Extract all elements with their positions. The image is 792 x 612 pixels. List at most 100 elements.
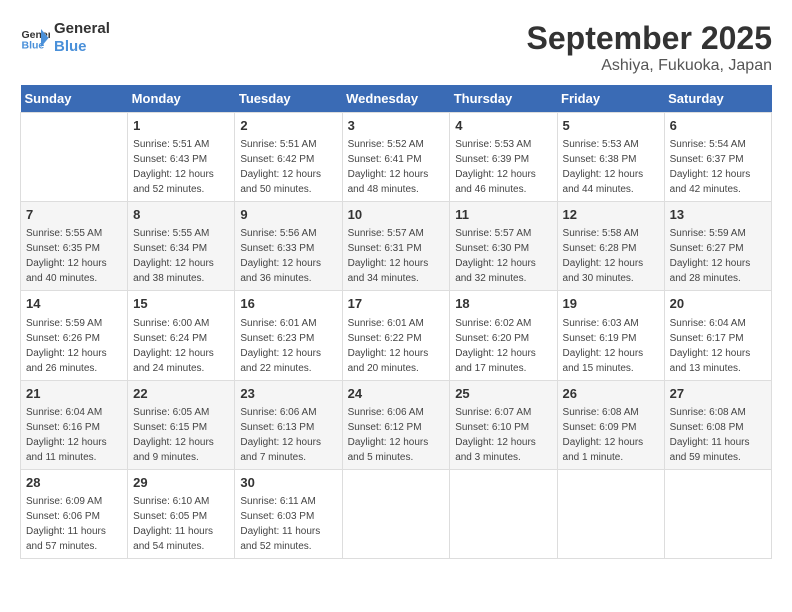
calendar-table: SundayMondayTuesdayWednesdayThursdayFrid… bbox=[20, 85, 772, 559]
day-number: 14 bbox=[26, 295, 122, 313]
calendar-subtitle: Ashiya, Fukuoka, Japan bbox=[527, 57, 772, 75]
day-sun-info: Sunrise: 5:58 AM Sunset: 6:28 PM Dayligh… bbox=[563, 226, 659, 286]
day-number: 10 bbox=[348, 206, 445, 224]
day-of-week-header: Sunday bbox=[21, 85, 128, 113]
calendar-cell: 29Sunrise: 6:10 AM Sunset: 6:05 PM Dayli… bbox=[128, 469, 235, 558]
day-number: 13 bbox=[670, 206, 766, 224]
calendar-cell: 20 Sunrise: 6:04 AM Sunset: 6:17 PM Dayli… bbox=[664, 291, 771, 380]
day-sun-info: Sunrise: 5:53 AM Sunset: 6:38 PM Dayligh… bbox=[563, 137, 659, 197]
calendar-cell: 1 Sunrise: 5:51 AM Sunset: 6:43 PM Daylig… bbox=[128, 113, 235, 202]
day-number: 23 bbox=[240, 385, 336, 403]
day-number: 27 bbox=[670, 385, 766, 403]
calendar-cell: 19Sunrise: 6:03 AM Sunset: 6:19 PM Dayli… bbox=[557, 291, 664, 380]
calendar-cell: 27 Sunrise: 6:08 AM Sunset: 6:08 PM Dayli… bbox=[664, 380, 771, 469]
day-sun-info: Sunrise: 5:59 AM Sunset: 6:26 PM Dayligh… bbox=[26, 316, 122, 376]
day-number: 2 bbox=[240, 117, 336, 135]
svg-text:Blue: Blue bbox=[22, 40, 45, 52]
day-number: 8 bbox=[133, 206, 229, 224]
calendar-cell: 13 Sunrise: 5:59 AM Sunset: 6:27 PM Dayli… bbox=[664, 202, 771, 291]
day-sun-info: Sunrise: 6:05 AM Sunset: 6:15 PM Dayligh… bbox=[133, 405, 229, 465]
calendar-cell: 26 Sunrise: 6:08 AM Sunset: 6:09 PM Dayli… bbox=[557, 380, 664, 469]
day-sun-info: Sunrise: 5:51 AM Sunset: 6:42 PM Dayligh… bbox=[240, 137, 336, 197]
day-sun-info: Sunrise: 5:51 AM Sunset: 6:43 PM Dayligh… bbox=[133, 137, 229, 197]
day-number: 26 bbox=[563, 385, 659, 403]
calendar-cell: 17 Sunrise: 6:01 AM Sunset: 6:22 PM Dayli… bbox=[342, 291, 450, 380]
calendar-cell: 23 Sunrise: 6:06 AM Sunset: 6:13 PM Dayli… bbox=[235, 380, 342, 469]
calendar-cell: 6 Sunrise: 5:54 AM Sunset: 6:37 PM Daylig… bbox=[664, 113, 771, 202]
calendar-week-row: 14 Sunrise: 5:59 AM Sunset: 6:26 PM Dayli… bbox=[21, 291, 772, 380]
day-number: 20 bbox=[670, 295, 766, 313]
day-sun-info: Sunrise: 5:55 AM Sunset: 6:34 PM Dayligh… bbox=[133, 226, 229, 286]
day-sun-info: Sunrise: 6:04 AM Sunset: 6:16 PM Dayligh… bbox=[26, 405, 122, 465]
day-number: 7 bbox=[26, 206, 122, 224]
day-number: 18 bbox=[455, 295, 551, 313]
day-number: 15 bbox=[133, 295, 229, 313]
day-sun-info: Sunrise: 6:01 AM Sunset: 6:23 PM Dayligh… bbox=[240, 316, 336, 376]
calendar-cell bbox=[557, 469, 664, 558]
day-number: 28 bbox=[26, 474, 122, 492]
day-sun-info: Sunrise: 5:55 AM Sunset: 6:35 PM Dayligh… bbox=[26, 226, 122, 286]
calendar-header-row: SundayMondayTuesdayWednesdayThursdayFrid… bbox=[21, 85, 772, 113]
calendar-cell: 7 Sunrise: 5:55 AM Sunset: 6:35 PM Daylig… bbox=[21, 202, 128, 291]
day-of-week-header: Monday bbox=[128, 85, 235, 113]
day-of-week-header: Friday bbox=[557, 85, 664, 113]
day-number: 16 bbox=[240, 295, 336, 313]
logo-icon: General Blue bbox=[20, 23, 50, 53]
calendar-cell: 30 Sunrise: 6:11 AM Sunset: 6:03 PM Dayli… bbox=[235, 469, 342, 558]
day-sun-info: Sunrise: 5:59 AM Sunset: 6:27 PM Dayligh… bbox=[670, 226, 766, 286]
day-number: 24 bbox=[348, 385, 445, 403]
calendar-cell: 21 Sunrise: 6:04 AM Sunset: 6:16 PM Dayli… bbox=[21, 380, 128, 469]
day-sun-info: Sunrise: 5:56 AM Sunset: 6:33 PM Dayligh… bbox=[240, 226, 336, 286]
calendar-cell: 15Sunrise: 6:00 AM Sunset: 6:24 PM Dayli… bbox=[128, 291, 235, 380]
logo-text-general: General bbox=[54, 20, 110, 38]
calendar-cell: 16 Sunrise: 6:01 AM Sunset: 6:23 PM Dayli… bbox=[235, 291, 342, 380]
day-sun-info: Sunrise: 6:01 AM Sunset: 6:22 PM Dayligh… bbox=[348, 316, 445, 376]
calendar-cell: 10Sunrise: 5:57 AM Sunset: 6:31 PM Dayli… bbox=[342, 202, 450, 291]
day-sun-info: Sunrise: 6:02 AM Sunset: 6:20 PM Dayligh… bbox=[455, 316, 551, 376]
calendar-cell bbox=[21, 113, 128, 202]
calendar-week-row: 7 Sunrise: 5:55 AM Sunset: 6:35 PM Daylig… bbox=[21, 202, 772, 291]
day-sun-info: Sunrise: 6:08 AM Sunset: 6:09 PM Dayligh… bbox=[563, 405, 659, 465]
calendar-week-row: 21 Sunrise: 6:04 AM Sunset: 6:16 PM Dayli… bbox=[21, 380, 772, 469]
day-number: 11 bbox=[455, 206, 551, 224]
day-sun-info: Sunrise: 6:08 AM Sunset: 6:08 PM Dayligh… bbox=[670, 405, 766, 465]
day-number: 30 bbox=[240, 474, 336, 492]
day-number: 21 bbox=[26, 385, 122, 403]
logo-text-blue: Blue bbox=[54, 38, 110, 56]
day-sun-info: Sunrise: 6:09 AM Sunset: 6:06 PM Dayligh… bbox=[26, 494, 122, 554]
day-number: 6 bbox=[670, 117, 766, 135]
day-sun-info: Sunrise: 6:07 AM Sunset: 6:10 PM Dayligh… bbox=[455, 405, 551, 465]
day-sun-info: Sunrise: 5:52 AM Sunset: 6:41 PM Dayligh… bbox=[348, 137, 445, 197]
calendar-cell: 14 Sunrise: 5:59 AM Sunset: 6:26 PM Dayli… bbox=[21, 291, 128, 380]
day-sun-info: Sunrise: 6:11 AM Sunset: 6:03 PM Dayligh… bbox=[240, 494, 336, 554]
calendar-cell: 25 Sunrise: 6:07 AM Sunset: 6:10 PM Dayli… bbox=[450, 380, 557, 469]
day-number: 12 bbox=[563, 206, 659, 224]
day-of-week-header: Wednesday bbox=[342, 85, 450, 113]
day-number: 5 bbox=[563, 117, 659, 135]
calendar-cell: 18 Sunrise: 6:02 AM Sunset: 6:20 PM Dayli… bbox=[450, 291, 557, 380]
calendar-week-row: 1 Sunrise: 5:51 AM Sunset: 6:43 PM Daylig… bbox=[21, 113, 772, 202]
day-sun-info: Sunrise: 5:54 AM Sunset: 6:37 PM Dayligh… bbox=[670, 137, 766, 197]
day-number: 1 bbox=[133, 117, 229, 135]
calendar-title: September 2025 bbox=[527, 20, 772, 57]
calendar-cell: 5 Sunrise: 5:53 AM Sunset: 6:38 PM Daylig… bbox=[557, 113, 664, 202]
calendar-cell: 12 Sunrise: 5:58 AM Sunset: 6:28 PM Dayli… bbox=[557, 202, 664, 291]
day-number: 25 bbox=[455, 385, 551, 403]
calendar-cell: 3Sunrise: 5:52 AM Sunset: 6:41 PM Daylig… bbox=[342, 113, 450, 202]
calendar-cell: 4Sunrise: 5:53 AM Sunset: 6:39 PM Daylig… bbox=[450, 113, 557, 202]
page-header: General Blue General Blue September 2025… bbox=[20, 20, 772, 75]
day-number: 22 bbox=[133, 385, 229, 403]
logo: General Blue General Blue bbox=[20, 20, 110, 56]
day-sun-info: Sunrise: 5:57 AM Sunset: 6:30 PM Dayligh… bbox=[455, 226, 551, 286]
calendar-cell: 2 Sunrise: 5:51 AM Sunset: 6:42 PM Daylig… bbox=[235, 113, 342, 202]
calendar-cell: 28 Sunrise: 6:09 AM Sunset: 6:06 PM Dayli… bbox=[21, 469, 128, 558]
day-sun-info: Sunrise: 5:53 AM Sunset: 6:39 PM Dayligh… bbox=[455, 137, 551, 197]
day-sun-info: Sunrise: 6:06 AM Sunset: 6:13 PM Dayligh… bbox=[240, 405, 336, 465]
day-sun-info: Sunrise: 6:04 AM Sunset: 6:17 PM Dayligh… bbox=[670, 316, 766, 376]
day-of-week-header: Saturday bbox=[664, 85, 771, 113]
title-block: September 2025 Ashiya, Fukuoka, Japan bbox=[527, 20, 772, 75]
day-sun-info: Sunrise: 6:10 AM Sunset: 6:05 PM Dayligh… bbox=[133, 494, 229, 554]
day-number: 17 bbox=[348, 295, 445, 313]
day-of-week-header: Thursday bbox=[450, 85, 557, 113]
day-of-week-header: Tuesday bbox=[235, 85, 342, 113]
